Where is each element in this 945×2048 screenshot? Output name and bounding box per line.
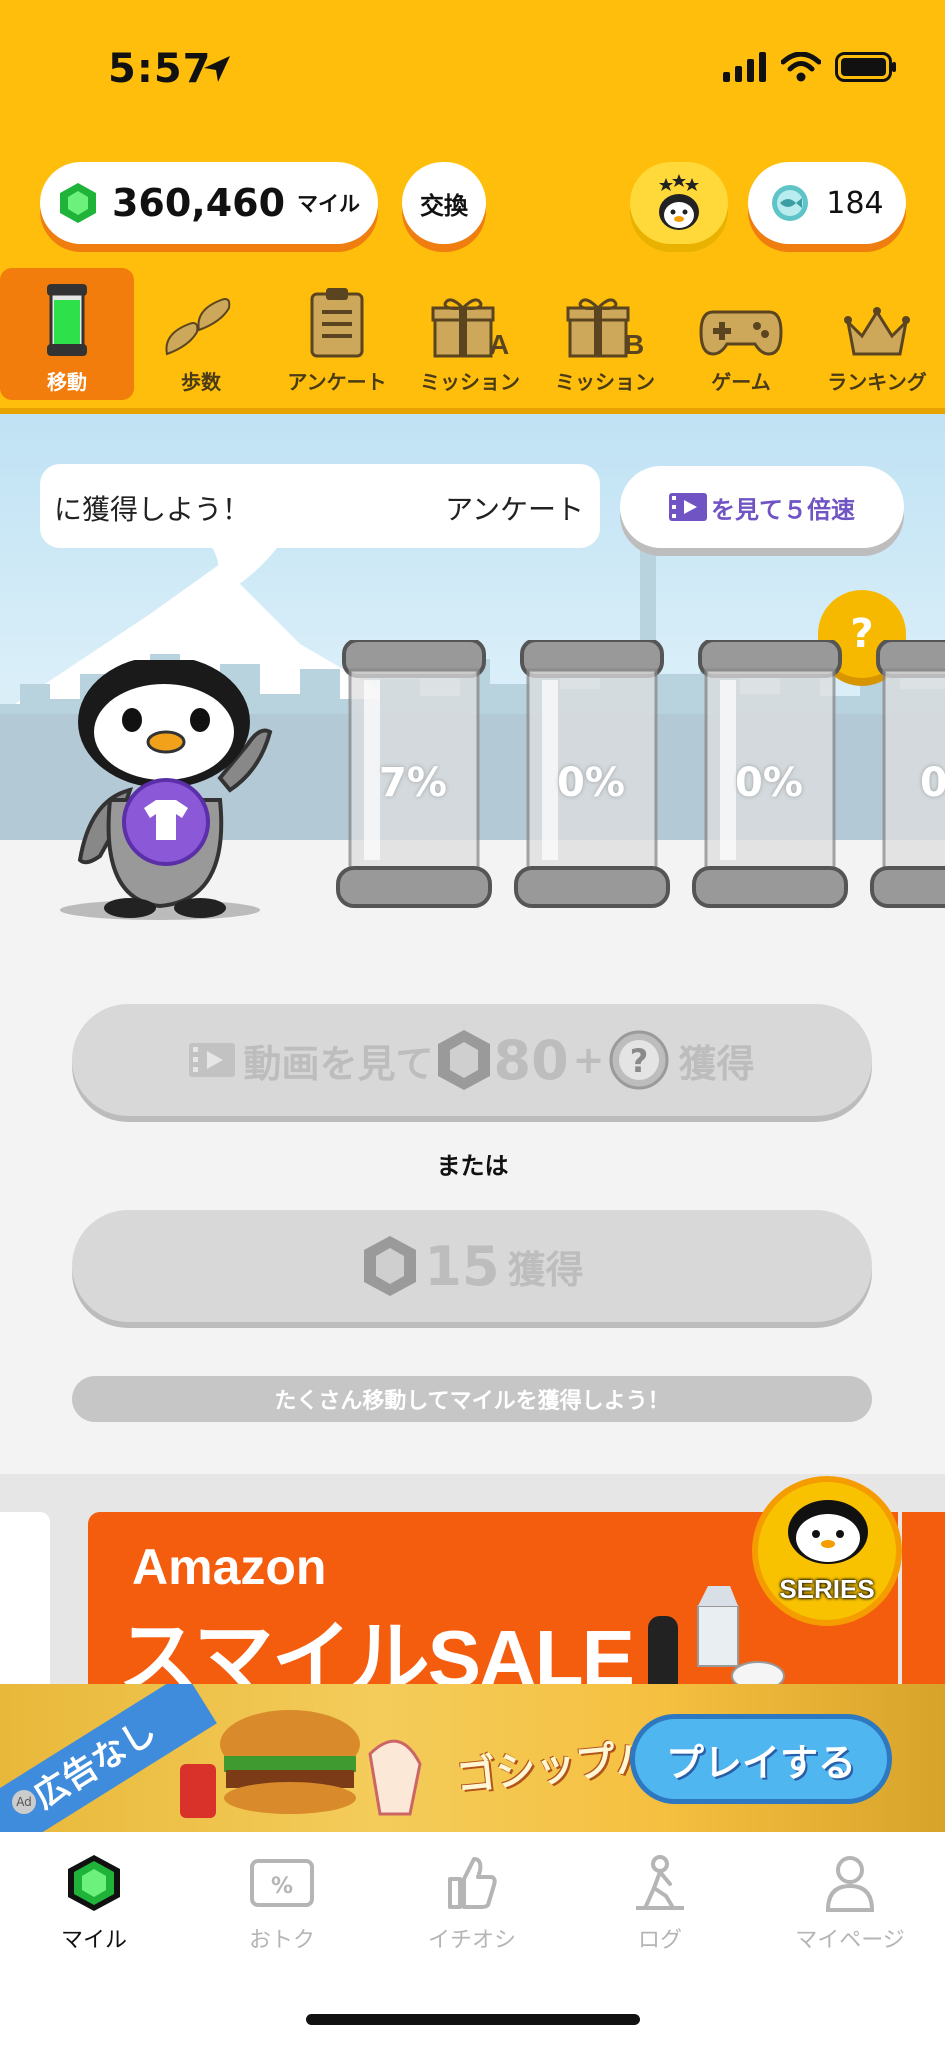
nav-recommend-label: イチオシ (427, 1928, 516, 1953)
tank-4-percent: 0 (920, 760, 945, 806)
exchange-button[interactable]: 交換 (402, 162, 486, 244)
exchange-label: 交換 (420, 191, 468, 220)
gem-icon (59, 183, 96, 223)
amazon-title: Amazon (132, 1539, 327, 1595)
home-indicator (306, 2014, 640, 2025)
tab-move[interactable]: 移動 (0, 268, 134, 400)
gift-a-icon: A (431, 298, 509, 358)
battery-icon (835, 52, 896, 82)
coupon-icon: % (250, 1859, 314, 1907)
nav-miles[interactable]: マイル (14, 1850, 174, 1954)
hint-text: たくさん移動してマイルを獲得しよう！ (274, 1389, 670, 1414)
tank-1-percent: 7% (379, 760, 447, 806)
nav-mypage-label: マイページ (795, 1928, 905, 1953)
video-speedup-label: を見て５倍速 (711, 495, 855, 524)
nav-deals[interactable]: % おトク (202, 1850, 362, 1954)
tab-move-label: 移動 (47, 370, 87, 394)
fish-coin-icon (772, 185, 809, 221)
tab-mission-b[interactable]: B ミッション (540, 268, 670, 400)
amazon-subtitle: スマイルSALE (118, 1614, 635, 1692)
tab-survey-label: アンケート (287, 370, 387, 394)
tank-2-percent: 0% (557, 760, 625, 806)
video-claim-prefix: 動画を見て (243, 1041, 434, 1086)
thumbs-up-icon (448, 1857, 497, 1909)
nav-log[interactable]: ログ (580, 1850, 740, 1954)
nav-recommend[interactable]: イチオシ (392, 1850, 552, 1954)
video-speedup-button[interactable]: を見て５倍速 (620, 466, 904, 548)
svg-text:%: % (271, 1874, 293, 1899)
burger-artwork (180, 1710, 422, 1818)
tab-ranking-label: ランキング (827, 370, 927, 394)
film-icon (669, 493, 707, 521)
ad-play-button[interactable]: プレイする (630, 1714, 892, 1804)
tab-game-label: ゲーム (711, 370, 771, 394)
tab-steps[interactable]: 歩数 (136, 268, 266, 400)
series-label: SERIES (779, 1574, 875, 1604)
ad-play-label: プレイする (665, 1740, 856, 1785)
tab-mission-b-label: ミッション (555, 370, 655, 394)
gift-b-icon: B (566, 298, 644, 358)
penguin-face-icon (788, 1500, 868, 1564)
or-separator: または (436, 1152, 509, 1180)
gray-gem-icon (437, 1030, 490, 1090)
tab-survey[interactable]: アンケート (272, 268, 402, 400)
direct-claim-amount: 15 (424, 1234, 500, 1298)
gamepad-icon (699, 310, 783, 356)
penguin-mascot (60, 660, 273, 920)
miles-value: 360,460 (111, 181, 286, 225)
nav-mypage[interactable]: マイページ (770, 1850, 930, 1954)
svg-text:A: A (489, 329, 509, 358)
location-arrow-icon (204, 56, 230, 82)
mystery-bonus-icon: ? (609, 1030, 668, 1090)
clipboard-icon (310, 288, 364, 358)
miles-balance[interactable]: 360,460 マイル (40, 162, 378, 244)
ad-mark: Ad (12, 1790, 36, 1814)
bubble-text-left: に獲得しよう！ (54, 493, 251, 526)
status-icons (723, 52, 897, 82)
tab-steps-label: 歩数 (181, 370, 221, 394)
speech-bubble-tail (204, 544, 280, 604)
film-icon (189, 1043, 236, 1077)
watch-video-claim-button[interactable]: 動画を見て 80 + ? 獲得 (72, 1004, 872, 1116)
video-claim-suffix: 獲得 (678, 1041, 755, 1086)
wifi-icon (781, 52, 821, 82)
gem-icon (68, 1855, 120, 1911)
penguin-rank-icon (659, 174, 699, 230)
svg-text:?: ? (629, 1042, 648, 1080)
direct-claim-suffix: 獲得 (507, 1247, 584, 1292)
video-claim-amount: 80 (493, 1028, 569, 1092)
tab-mission-a[interactable]: A ミッション (405, 268, 535, 400)
tab-game[interactable]: ゲーム (676, 268, 806, 400)
nav-miles-label: マイル (60, 1928, 127, 1953)
prev-banner[interactable] (0, 1512, 50, 1684)
hint-bar: たくさん移動してマイルを獲得しよう！ (72, 1376, 872, 1422)
walker-icon (636, 1855, 684, 1910)
direct-claim-button[interactable]: 15 獲得 (72, 1210, 872, 1322)
coin-balance[interactable]: 184 (748, 162, 906, 244)
svg-text:B: B (624, 329, 644, 358)
footprints-icon (165, 298, 231, 356)
nav-deals-label: おトク (248, 1928, 315, 1953)
series-badge[interactable]: SERIES (752, 1476, 902, 1626)
bubble-text-right: アンケート (445, 493, 584, 526)
coin-value: 184 (826, 185, 884, 221)
speech-bubble: に獲得しよう！ アンケート (40, 464, 600, 548)
crown-icon (844, 307, 910, 356)
gray-gem-icon (364, 1236, 417, 1296)
miles-unit: マイル (297, 192, 361, 216)
rank-badge-button[interactable] (630, 162, 728, 244)
person-icon (825, 1856, 875, 1912)
ad-banner[interactable]: 広告なし ゴシップバーガー プレイする Ad (0, 1684, 945, 1832)
status-time: 5:57 (108, 46, 212, 92)
nav-log-label: ログ (637, 1928, 682, 1953)
category-tabs: 移動 歩数 アンケート A ミッション B ミッション ゲーム ランキング (0, 268, 945, 408)
tab-ranking[interactable]: ランキング (812, 268, 942, 400)
next-banner[interactable] (902, 1512, 945, 1684)
capsule-icon (47, 284, 87, 356)
tank-3-percent: 0% (735, 760, 803, 806)
video-claim-plus: + (572, 1038, 605, 1082)
tab-mission-a-label: ミッション (420, 370, 520, 394)
signal-icon (723, 52, 766, 82)
